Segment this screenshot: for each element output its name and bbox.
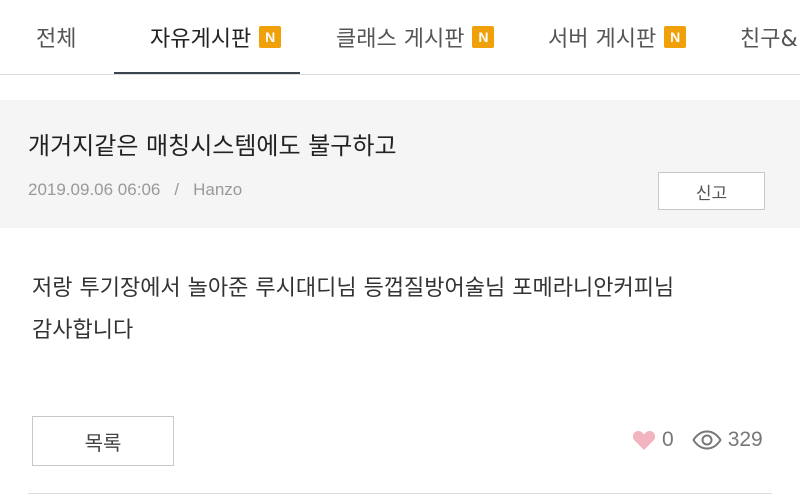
tab-label: 클래스 게시판 — [336, 27, 465, 52]
board-tabs: 전체 자유게시판 N 클래스 게시판 N 서버 게시판 N 친구& — [0, 0, 800, 75]
tab-label: 서버 게시판 — [548, 27, 657, 52]
views-count: 329 — [727, 428, 763, 451]
heart-icon[interactable] — [632, 429, 656, 451]
meta-separator: / — [174, 180, 180, 199]
post-meta: 2019.09.06 06:06 / Hanzo — [28, 180, 242, 200]
tab-class-board[interactable]: 클래스 게시판 N — [336, 0, 495, 74]
post-datetime: 2019.09.06 06:06 — [28, 180, 161, 199]
tab-label: 전체 — [36, 27, 77, 52]
tab-label: 친구& — [740, 27, 798, 52]
list-button[interactable]: 목록 — [32, 416, 174, 466]
eye-icon — [691, 430, 722, 450]
post-title: 개거지같은 매칭시스템에도 불구하고 — [28, 132, 397, 160]
post-body-line: 저랑 투기장에서 놀아준 루시대디님 등껍질방어술님 포메라니안커피님 — [32, 276, 675, 301]
tab-server-board[interactable]: 서버 게시판 N — [548, 0, 687, 74]
post-author[interactable]: Hanzo — [193, 180, 242, 199]
post-body-line: 감사합니다 — [32, 318, 134, 343]
new-badge: N — [259, 26, 282, 48]
divider — [28, 493, 772, 494]
tab-label: 자유게시판 — [150, 27, 252, 52]
like-stat[interactable]: 0 — [632, 428, 674, 452]
new-badge: N — [664, 26, 687, 48]
tab-all[interactable]: 전체 — [36, 0, 76, 74]
like-count: 0 — [662, 428, 674, 451]
tab-free-board[interactable]: 자유게시판 N — [114, 0, 300, 74]
post-body: 저랑 투기장에서 놀아준 루시대디님 등껍질방어술님 포메라니안커피님 감사합니… — [32, 268, 772, 352]
report-button[interactable]: 신고 — [658, 172, 765, 210]
active-tab-indicator — [114, 72, 300, 74]
new-badge: N — [472, 26, 495, 48]
views-stat: 329 — [691, 428, 763, 452]
tab-friends[interactable]: 친구& — [740, 0, 798, 74]
post-stats: 0 329 — [632, 424, 763, 456]
